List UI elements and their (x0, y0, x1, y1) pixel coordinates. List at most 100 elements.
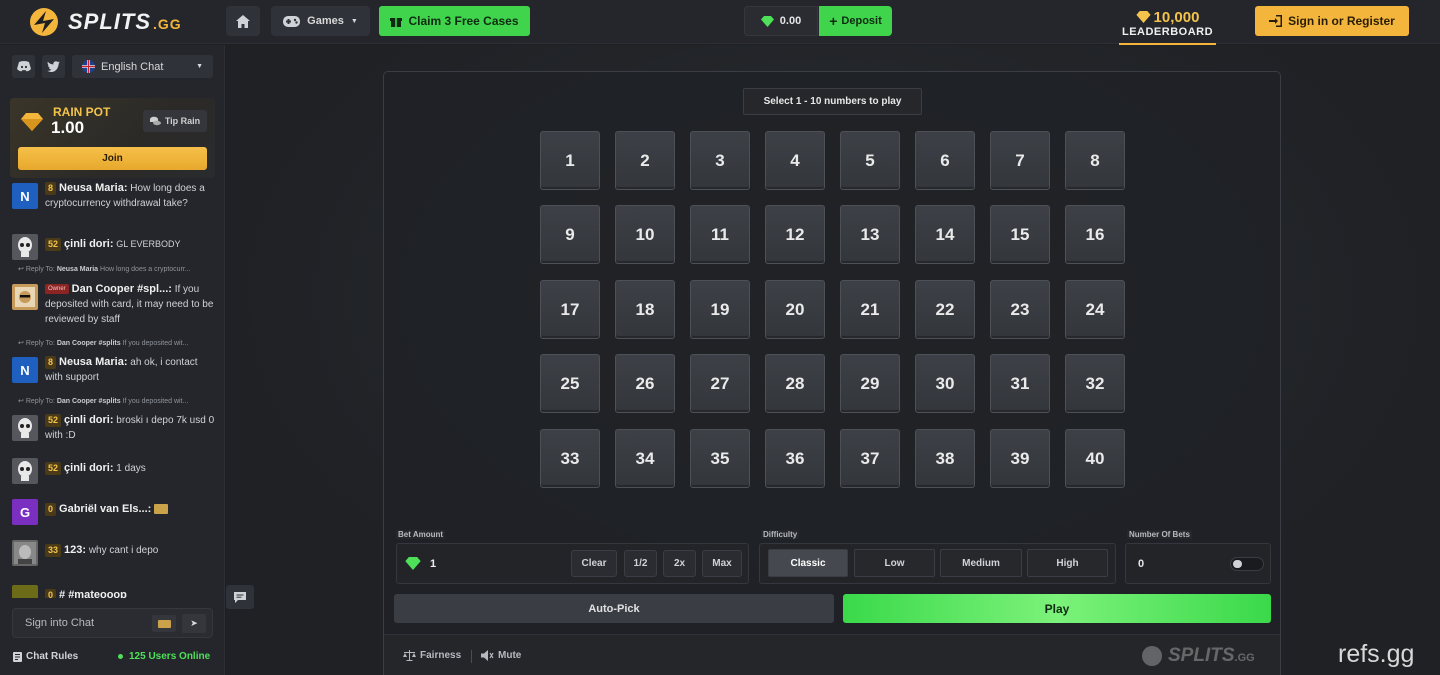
bet-max-button[interactable]: Max (702, 550, 742, 577)
number-tile-27[interactable]: 27 (690, 354, 750, 413)
number-tile-35[interactable]: 35 (690, 429, 750, 488)
number-tile-38[interactable]: 38 (915, 429, 975, 488)
number-tile-22[interactable]: 22 (915, 280, 975, 339)
number-tile-8[interactable]: 8 (1065, 131, 1125, 190)
number-tile-13[interactable]: 13 (840, 205, 900, 264)
number-tile-15[interactable]: 15 (990, 205, 1050, 264)
number-tile-10[interactable]: 10 (615, 205, 675, 264)
language-select[interactable]: English Chat ▼ (72, 55, 213, 78)
chat-message: 52 çinli dori: GL EVERBODY (12, 232, 217, 260)
discord-button[interactable] (12, 55, 35, 78)
number-tile-19[interactable]: 19 (690, 280, 750, 339)
chat-username[interactable]: Neusa Maria: (59, 356, 127, 368)
rain-pot-card: RAIN POT 1.00 Tip Rain Join (10, 98, 215, 178)
level-badge: 8 (45, 182, 57, 195)
auto-pick-button[interactable]: Auto-Pick (394, 594, 834, 623)
uk-flag-icon (82, 60, 95, 73)
leaderboard-link[interactable]: 10,000 LEADERBOARD (1119, 3, 1216, 45)
emote-picker-button[interactable] (152, 615, 176, 632)
number-tile-3[interactable]: 3 (690, 131, 750, 190)
twitter-button[interactable] (42, 55, 65, 78)
number-tile-37[interactable]: 37 (840, 429, 900, 488)
selection-hint: Select 1 - 10 numbers to play (743, 88, 922, 115)
number-tile-12[interactable]: 12 (765, 205, 825, 264)
number-tile-18[interactable]: 18 (615, 280, 675, 339)
number-tile-36[interactable]: 36 (765, 429, 825, 488)
auto-bet-toggle[interactable] (1230, 557, 1264, 571)
difficulty-classic-button[interactable]: Classic (768, 549, 848, 577)
number-tile-23[interactable]: 23 (990, 280, 1050, 339)
sign-in-button[interactable]: Sign in or Register (1255, 6, 1409, 36)
level-badge: 33 (45, 544, 62, 557)
discord-icon (16, 61, 31, 72)
home-button[interactable] (226, 6, 260, 36)
reply-reference: ↩ Reply To: Neusa Maria How long does a … (18, 266, 191, 273)
number-tile-11[interactable]: 11 (690, 205, 750, 264)
chat-username[interactable]: # #mateooop (59, 589, 127, 598)
chat-messages: N 8 Neusa Maria: How long does a cryptocu… (0, 180, 225, 598)
number-tile-39[interactable]: 39 (990, 429, 1050, 488)
difficulty-medium-button[interactable]: Medium (940, 549, 1022, 577)
number-tile-2[interactable]: 2 (615, 131, 675, 190)
difficulty-low-button[interactable]: Low (854, 549, 935, 577)
number-tile-20[interactable]: 20 (765, 280, 825, 339)
difficulty-high-button[interactable]: High (1027, 549, 1108, 577)
claim-label: Claim 3 Free Cases (408, 14, 519, 28)
chat-username[interactable]: Dan Cooper #spl...: (72, 283, 172, 295)
toggle-knob (1233, 560, 1242, 568)
number-tile-1[interactable]: 1 (540, 131, 600, 190)
number-tile-24[interactable]: 24 (1065, 280, 1125, 339)
number-tile-25[interactable]: 25 (540, 354, 600, 413)
avatar (12, 415, 38, 441)
chat-text: GL EVERBODY (116, 239, 181, 249)
chat-username[interactable]: çinli dori: (64, 462, 114, 474)
bet-clear-button[interactable]: Clear (571, 550, 617, 577)
balance-display: 0.00 (744, 6, 818, 36)
number-tile-26[interactable]: 26 (615, 354, 675, 413)
number-tile-31[interactable]: 31 (990, 354, 1050, 413)
chat-username[interactable]: çinli dori: (64, 238, 114, 250)
logo-text: SPLITS .GG (68, 9, 182, 34)
number-tile-14[interactable]: 14 (915, 205, 975, 264)
number-tile-7[interactable]: 7 (990, 131, 1050, 190)
claim-free-cases-button[interactable]: Claim 3 Free Cases (379, 6, 530, 36)
number-tile-21[interactable]: 21 (840, 280, 900, 339)
rain-join-button[interactable]: Join (18, 147, 207, 170)
number-tile-17[interactable]: 17 (540, 280, 600, 339)
chat-username[interactable]: Neusa Maria: (59, 182, 127, 194)
avatar (12, 234, 38, 260)
games-dropdown[interactable]: Games ▼ (271, 6, 370, 36)
number-tile-29[interactable]: 29 (840, 354, 900, 413)
chevron-down-icon: ▼ (350, 17, 358, 25)
chat-rules-link[interactable]: Chat Rules (13, 651, 78, 662)
online-dot-icon (118, 654, 123, 659)
number-tile-5[interactable]: 5 (840, 131, 900, 190)
mute-button[interactable]: Mute (481, 650, 521, 661)
chat-username[interactable]: Gabriël van Els...: (59, 503, 151, 515)
chat-username[interactable]: 123: (64, 544, 86, 556)
home-icon (236, 14, 250, 28)
number-tile-33[interactable]: 33 (540, 429, 600, 488)
number-tile-16[interactable]: 16 (1065, 205, 1125, 264)
number-tile-40[interactable]: 40 (1065, 429, 1125, 488)
number-tile-9[interactable]: 9 (540, 205, 600, 264)
logo-icon (24, 4, 64, 40)
number-tile-30[interactable]: 30 (915, 354, 975, 413)
site-logo[interactable]: SPLITS .GG (24, 4, 182, 40)
number-tile-4[interactable]: 4 (765, 131, 825, 190)
chat-message: Owner Dan Cooper #spl...: If you deposite… (12, 282, 217, 327)
chat-username[interactable]: çinli dori: (64, 414, 114, 426)
number-tile-28[interactable]: 28 (765, 354, 825, 413)
tip-rain-button[interactable]: Tip Rain (143, 110, 207, 132)
play-button[interactable]: Play (843, 594, 1271, 623)
fairness-button[interactable]: Fairness (403, 650, 461, 661)
number-tile-6[interactable]: 6 (915, 131, 975, 190)
deposit-button[interactable]: + Deposit (819, 6, 892, 36)
chat-text: 1 days (116, 463, 146, 474)
number-tile-32[interactable]: 32 (1065, 354, 1125, 413)
bet-half-button[interactable]: 1/2 (624, 550, 657, 577)
bet-double-button[interactable]: 2x (663, 550, 696, 577)
chat-toggle-button[interactable] (226, 585, 254, 609)
number-tile-34[interactable]: 34 (615, 429, 675, 488)
send-button[interactable]: ➤ (182, 614, 206, 633)
